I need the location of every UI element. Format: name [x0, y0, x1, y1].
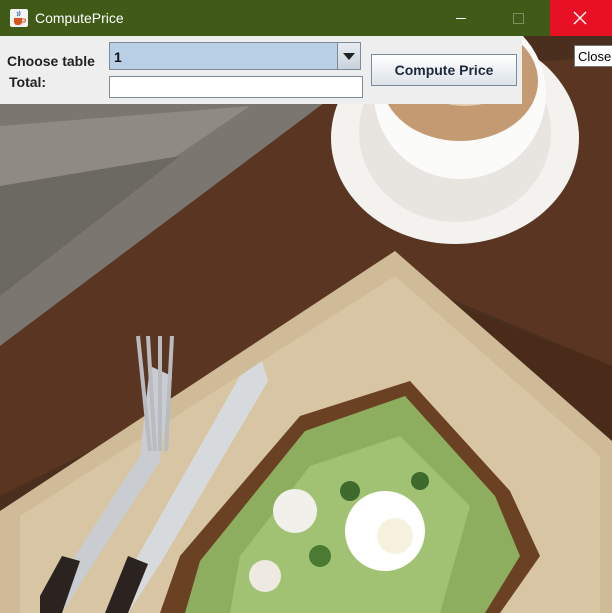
- minimize-button[interactable]: [438, 0, 484, 36]
- total-label: Total:: [9, 74, 47, 90]
- window-title: ComputePrice: [35, 10, 124, 26]
- form-panel: Choose table Total: 1 Compute Price: [0, 36, 522, 104]
- close-tooltip: Close: [574, 45, 612, 67]
- close-button[interactable]: [550, 0, 612, 36]
- table-select[interactable]: 1: [109, 42, 361, 70]
- maximize-button[interactable]: [495, 0, 541, 36]
- avocado-toast-and-coffee-photo: [0, 36, 612, 613]
- table-select-value: 1: [114, 49, 122, 65]
- table-select-dropdown-button[interactable]: [337, 43, 360, 69]
- compute-price-button[interactable]: Compute Price: [371, 54, 517, 86]
- title-bar[interactable]: ComputePrice: [0, 0, 612, 36]
- close-icon: [573, 11, 587, 25]
- choose-table-label: Choose table: [7, 53, 95, 69]
- java-cup-icon: [10, 9, 28, 27]
- total-field[interactable]: [109, 76, 363, 98]
- chevron-down-icon: [343, 53, 355, 60]
